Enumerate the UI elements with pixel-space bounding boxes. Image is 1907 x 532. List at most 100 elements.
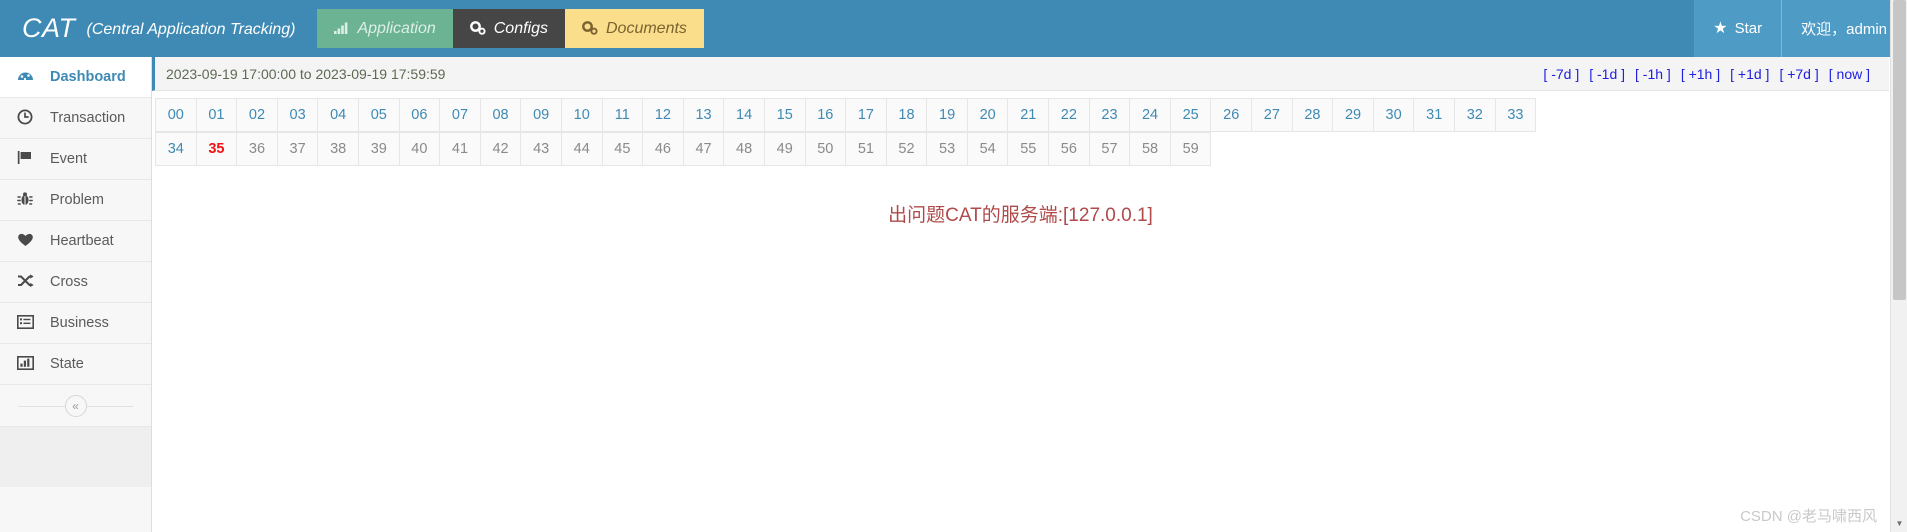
bar-chart-icon bbox=[17, 355, 39, 373]
minute-cell-38: 38 bbox=[317, 132, 359, 166]
sidebar-item-event[interactable]: Event bbox=[0, 139, 151, 180]
minute-cell-37: 37 bbox=[276, 132, 319, 166]
sidebar-item-dashboard[interactable]: Dashboard bbox=[0, 57, 151, 98]
minute-cell-10[interactable]: 10 bbox=[560, 98, 603, 132]
minute-cell-50: 50 bbox=[804, 132, 847, 166]
minute-cell-57: 57 bbox=[1088, 132, 1131, 166]
minute-cell-07[interactable]: 07 bbox=[439, 98, 481, 132]
range-link-1[interactable]: [ -1d ] bbox=[1584, 66, 1630, 82]
gears-icon bbox=[582, 20, 598, 37]
sidebar-footer bbox=[0, 427, 151, 487]
minute-cell-05[interactable]: 05 bbox=[357, 98, 400, 132]
brand-short-title: CAT bbox=[22, 13, 76, 43]
sidebar-item-cross[interactable]: Cross bbox=[0, 262, 151, 303]
minute-cell-13[interactable]: 13 bbox=[682, 98, 725, 132]
minute-cell-20[interactable]: 20 bbox=[966, 98, 1009, 132]
sidebar-item-label: Event bbox=[50, 151, 88, 167]
minute-cell-01[interactable]: 01 bbox=[195, 98, 238, 132]
minute-cell-47: 47 bbox=[682, 132, 725, 166]
minute-cell-51: 51 bbox=[845, 132, 887, 166]
minute-cell-53: 53 bbox=[926, 132, 968, 166]
minute-cell-02[interactable]: 02 bbox=[236, 98, 278, 132]
sidebar-item-transaction[interactable]: Transaction bbox=[0, 98, 151, 139]
sidebar-item-heartbeat[interactable]: Heartbeat bbox=[0, 221, 151, 262]
minute-cell-24[interactable]: 24 bbox=[1129, 98, 1171, 132]
sidebar-collapse-row: « bbox=[0, 385, 151, 427]
tab-documents-label: Documents bbox=[606, 19, 687, 37]
bar-chart-icon bbox=[334, 22, 349, 36]
minute-cell-25[interactable]: 25 bbox=[1169, 98, 1212, 132]
brand-full-title: (Central Application Tracking) bbox=[86, 20, 296, 38]
minute-cell-11[interactable]: 11 bbox=[601, 98, 644, 132]
sidebar-item-business[interactable]: Business bbox=[0, 303, 151, 344]
flag-icon bbox=[17, 150, 39, 168]
user-welcome-label: 欢迎，admin bbox=[1801, 21, 1887, 38]
minute-cell-08[interactable]: 08 bbox=[479, 98, 522, 132]
sidebar-item-problem[interactable]: Problem bbox=[0, 180, 151, 221]
minute-cell-22[interactable]: 22 bbox=[1048, 98, 1090, 132]
range-link-4[interactable]: [ +1d ] bbox=[1725, 66, 1774, 82]
minute-cell-43: 43 bbox=[520, 132, 562, 166]
minute-cell-26[interactable]: 26 bbox=[1210, 98, 1253, 132]
minute-cell-29[interactable]: 29 bbox=[1332, 98, 1374, 132]
minute-grid-wrapper: 00 01 02 03 04 05 06 07 08 09 10 11 12 13 14 15 16 17 18 19… bbox=[152, 91, 1889, 166]
minute-cell-45: 45 bbox=[601, 132, 644, 166]
minute-cell-00[interactable]: 00 bbox=[155, 98, 197, 132]
minute-cell-40: 40 bbox=[398, 132, 441, 166]
minute-cell-04[interactable]: 04 bbox=[317, 98, 359, 132]
minute-cell-06[interactable]: 06 bbox=[398, 98, 441, 132]
sidebar-item-state[interactable]: State bbox=[0, 344, 151, 385]
tab-configs[interactable]: Configs bbox=[452, 9, 565, 48]
tab-application[interactable]: Application bbox=[317, 9, 453, 48]
minute-cell-19[interactable]: 19 bbox=[926, 98, 968, 132]
sidebar-item-label: Dashboard bbox=[50, 69, 126, 85]
minute-cell-14[interactable]: 14 bbox=[723, 98, 765, 132]
bug-icon bbox=[17, 191, 39, 210]
sidebar-item-label: Heartbeat bbox=[50, 233, 114, 249]
sidebar-item-label: Cross bbox=[50, 274, 88, 290]
minute-cell-23[interactable]: 23 bbox=[1088, 98, 1131, 132]
minute-cell-03[interactable]: 03 bbox=[276, 98, 319, 132]
range-link-6[interactable]: [ now ] bbox=[1824, 66, 1875, 82]
minute-cell-17[interactable]: 17 bbox=[845, 98, 887, 132]
tab-documents[interactable]: Documents bbox=[565, 9, 704, 48]
minute-cell-09[interactable]: 09 bbox=[520, 98, 562, 132]
sidebar-item-label: Problem bbox=[50, 192, 104, 208]
minute-cell-27[interactable]: 27 bbox=[1251, 98, 1293, 132]
main-content: 2023-09-19 17:00:00 to 2023-09-19 17:59:… bbox=[152, 57, 1889, 532]
tab-application-label: Application bbox=[357, 19, 436, 37]
sidebar-item-label: Transaction bbox=[50, 110, 126, 126]
minute-cell-30[interactable]: 30 bbox=[1372, 98, 1415, 132]
minute-cell-16[interactable]: 16 bbox=[804, 98, 847, 132]
minute-cell-35[interactable]: 35 bbox=[195, 132, 238, 166]
scroll-down-icon[interactable]: ▼ bbox=[1891, 515, 1907, 532]
minute-cell-15[interactable]: 15 bbox=[763, 98, 806, 132]
minute-cell-18[interactable]: 18 bbox=[885, 98, 928, 132]
collapse-sidebar-button[interactable]: « bbox=[64, 394, 87, 417]
range-link-3[interactable]: [ +1h ] bbox=[1676, 66, 1725, 82]
shuffle-icon bbox=[17, 273, 39, 291]
minute-cell-28[interactable]: 28 bbox=[1291, 98, 1334, 132]
range-link-2[interactable]: [ -1h ] bbox=[1630, 66, 1676, 82]
user-welcome[interactable]: 欢迎，admin bbox=[1781, 0, 1907, 57]
scrollbar-thumb[interactable] bbox=[1893, 0, 1906, 300]
minute-cell-21[interactable]: 21 bbox=[1007, 98, 1050, 132]
minute-cell-31[interactable]: 31 bbox=[1413, 98, 1455, 132]
minute-cell-32[interactable]: 32 bbox=[1454, 98, 1496, 132]
minute-cell-12[interactable]: 12 bbox=[642, 98, 684, 132]
minute-cell-33[interactable]: 33 bbox=[1494, 98, 1537, 132]
dashboard-icon bbox=[17, 68, 39, 86]
minute-cell-34[interactable]: 34 bbox=[155, 132, 197, 166]
sidebar-item-label: State bbox=[50, 356, 84, 372]
table-row: 00 01 02 03 04 05 06 07 08 09 10 11 12 13 14 15 16 17 18 19… bbox=[155, 98, 1537, 132]
range-link-0[interactable]: [ -7d ] bbox=[1538, 66, 1584, 82]
minute-cell-58: 58 bbox=[1129, 132, 1171, 166]
page-scrollbar[interactable]: ▲ ▼ bbox=[1890, 0, 1907, 532]
range-link-5[interactable]: [ +7d ] bbox=[1774, 66, 1823, 82]
star-button[interactable]: ★ Star bbox=[1694, 0, 1782, 57]
minute-grid-row1: 00 01 02 03 04 05 06 07 08 09 10 11 12 13 14 15 16 17 18 19… bbox=[155, 98, 1537, 132]
minute-cell-49: 49 bbox=[763, 132, 806, 166]
sidebar: Dashboard Transaction Event Problem Hear… bbox=[0, 57, 152, 532]
minute-cell-36: 36 bbox=[236, 132, 278, 166]
brand-logo[interactable]: CAT (Central Application Tracking) bbox=[0, 0, 307, 57]
